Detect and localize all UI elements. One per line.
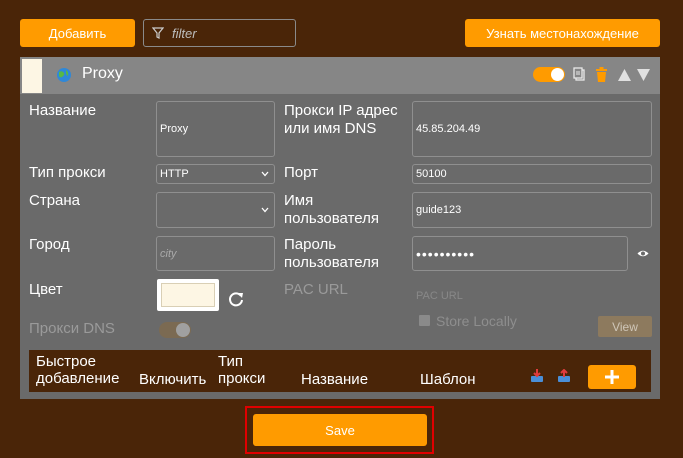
proxy-title: Proxy xyxy=(82,65,123,82)
dns-label: Прокси DNS xyxy=(29,320,115,337)
country-label: Страна xyxy=(29,192,81,209)
filter-box[interactable] xyxy=(143,19,296,47)
add-quick-button[interactable] xyxy=(588,365,636,389)
save-button[interactable]: Save xyxy=(253,414,427,446)
chevron-down-icon xyxy=(261,207,269,213)
import-icon[interactable] xyxy=(530,369,544,383)
password-input[interactable]: •••••••••• xyxy=(412,236,628,271)
filter-icon xyxy=(152,27,164,39)
move-down-icon[interactable] xyxy=(637,69,650,81)
plus-icon xyxy=(605,370,619,384)
type-select[interactable]: HTTP xyxy=(156,164,275,184)
color-label: Цвет xyxy=(29,281,63,298)
type-value: HTTP xyxy=(160,168,189,180)
filter-input[interactable] xyxy=(172,25,282,41)
move-up-icon[interactable] xyxy=(618,69,631,81)
quick-add-name-col: Название xyxy=(301,371,369,388)
view-button[interactable]: View xyxy=(598,316,652,337)
quick-add-type-col: Тип прокси xyxy=(218,353,266,387)
user-label: Имя пользователя xyxy=(284,192,379,227)
refresh-icon[interactable] xyxy=(227,290,245,308)
proxy-header[interactable]: Proxy xyxy=(20,57,660,94)
chevron-down-icon xyxy=(261,171,269,177)
add-button[interactable]: Добавить xyxy=(20,19,135,47)
pac-label: PAC URL xyxy=(284,281,348,298)
export-icon[interactable] xyxy=(557,369,571,383)
port-label: Порт xyxy=(284,164,319,181)
color-picker[interactable] xyxy=(157,279,219,311)
store-locally-checkbox[interactable] xyxy=(419,315,430,326)
name-label: Название xyxy=(29,102,97,119)
proxy-enable-toggle[interactable] xyxy=(533,67,565,82)
quick-add-template-col: Шаблон xyxy=(420,371,476,388)
globe-icon xyxy=(57,68,71,82)
quick-add-enable-col: Включить xyxy=(139,371,207,388)
proxy-panel: Proxy Название Proxy Тип прокси HTTP Стр… xyxy=(20,57,660,399)
locate-button[interactable]: Узнать местонахождение xyxy=(465,19,660,47)
color-stripe xyxy=(22,59,42,93)
eye-icon[interactable] xyxy=(637,249,649,258)
port-input[interactable]: 50100 xyxy=(412,164,652,184)
city-label: Город xyxy=(29,236,70,253)
copy-icon[interactable] xyxy=(573,67,585,81)
user-input[interactable]: guide123 xyxy=(412,192,652,228)
name-input[interactable]: Proxy xyxy=(156,101,275,157)
pac-url-input[interactable]: PAC URL xyxy=(416,290,463,302)
password-label: Пароль пользователя xyxy=(284,236,379,271)
ip-label: Прокси IP адрес или имя DNS xyxy=(284,102,398,137)
type-label: Тип прокси xyxy=(29,164,106,181)
ip-input[interactable]: 45.85.204.49 xyxy=(412,101,652,157)
country-select[interactable] xyxy=(156,192,275,228)
dns-toggle[interactable] xyxy=(159,322,191,338)
quick-add-title: Быстрое добавление xyxy=(36,353,120,387)
delete-icon[interactable] xyxy=(595,67,608,82)
city-input[interactable]: city xyxy=(156,236,275,271)
store-locally-label: Store Locally xyxy=(436,313,517,329)
